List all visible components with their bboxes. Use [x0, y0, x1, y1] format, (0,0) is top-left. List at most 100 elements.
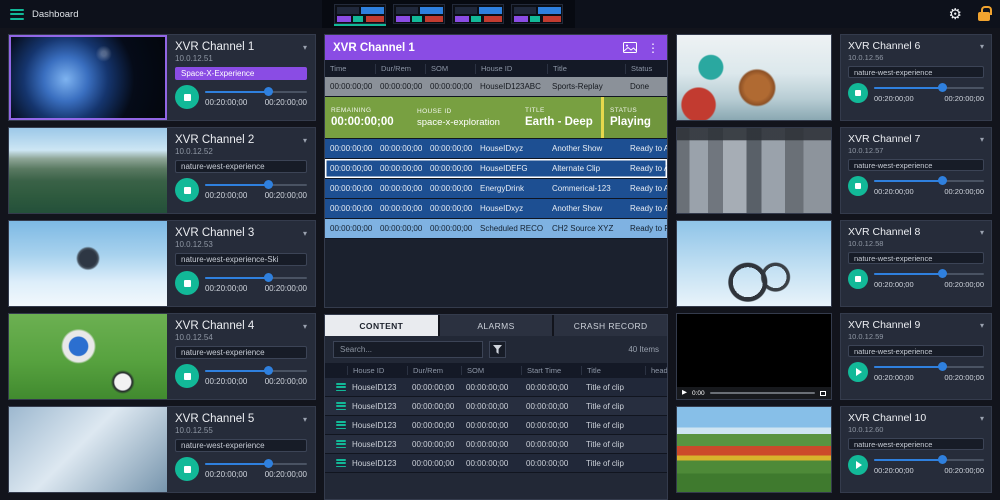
filter-button[interactable]	[489, 341, 506, 358]
col-dur-rem[interactable]: Dur/Rem	[375, 64, 425, 74]
channel-4-preview[interactable]	[9, 314, 167, 399]
channel-7-preview[interactable]	[676, 127, 832, 214]
col-som[interactable]: SOM	[461, 366, 521, 375]
playlist-row-selected[interactable]: 00:00:00;00 00:00:00;00 00:00:00;00 Hous…	[325, 159, 667, 179]
current-clip-bar[interactable]: Space-X-Experience	[175, 67, 307, 80]
chevron-down-icon[interactable]: ▾	[303, 415, 307, 424]
content-row[interactable]: HouseID123 00:00:00;00 00:00:00;00 00:00…	[325, 397, 667, 416]
current-clip-bar[interactable]: nature-west-experience	[848, 345, 984, 357]
slider-thumb[interactable]	[938, 455, 947, 464]
seek-slider[interactable]	[205, 87, 307, 96]
slider-thumb[interactable]	[264, 180, 273, 189]
channel-card-1[interactable]: XVR Channel 1 ▾ 10.0.12.51 Space-X-Exper…	[8, 34, 316, 121]
play-icon[interactable]: ▶	[682, 390, 687, 397]
playlist-row[interactable]: 00:00:00;00 00:00:00;00 00:00:00;00 Ener…	[325, 179, 667, 199]
seek-slider[interactable]	[874, 455, 984, 464]
stop-button[interactable]	[175, 364, 199, 388]
slider-thumb[interactable]	[938, 83, 947, 92]
slider-thumb[interactable]	[264, 87, 273, 96]
col-title[interactable]: Title	[547, 64, 625, 74]
playlist-row-done[interactable]: 00:00:00;00 00:00:00;00 00:00:00;00 Hous…	[325, 77, 667, 97]
playlist-playing-row[interactable]: REMAINING 00:00:00;00 HOUSE ID space-x-e…	[325, 97, 667, 139]
hamburger-menu-icon[interactable]	[10, 9, 24, 20]
channel-6-preview[interactable]	[676, 34, 832, 121]
seek-slider[interactable]	[874, 176, 984, 185]
col-som[interactable]: SOM	[425, 64, 475, 74]
col-start-time[interactable]: Start Time	[521, 366, 581, 375]
stop-button[interactable]	[175, 271, 199, 295]
channel-2-preview[interactable]	[9, 128, 167, 213]
kebab-menu-icon[interactable]: ⋮	[647, 41, 659, 55]
stop-button[interactable]	[175, 178, 199, 202]
content-row[interactable]: HouseID123 00:00:00;00 00:00:00;00 00:00…	[325, 416, 667, 435]
slider-thumb[interactable]	[264, 273, 273, 282]
col-dur-rem[interactable]: Dur/Rem	[407, 366, 461, 375]
seek-slider[interactable]	[205, 459, 307, 468]
current-clip-bar[interactable]: nature-west-experience	[848, 66, 984, 78]
fullscreen-icon[interactable]	[820, 391, 826, 396]
unlock-icon[interactable]	[978, 12, 990, 21]
current-clip-bar[interactable]: nature-west-experience	[175, 160, 307, 173]
channel-9-preview[interactable]: ▶ 0:00	[676, 313, 832, 400]
tab-content[interactable]: CONTENT	[325, 315, 438, 336]
preset-thumbnail-3[interactable]	[452, 4, 504, 24]
play-button[interactable]	[848, 362, 868, 382]
player-progress[interactable]	[710, 392, 815, 394]
chevron-down-icon[interactable]: ▾	[303, 322, 307, 331]
chevron-down-icon[interactable]: ▾	[980, 321, 984, 330]
stop-button[interactable]	[848, 269, 868, 289]
preset-thumbnail-4[interactable]	[511, 4, 563, 24]
preview-image-icon[interactable]	[623, 42, 637, 53]
preset-thumbnail-2[interactable]	[393, 4, 445, 24]
slider-thumb[interactable]	[938, 176, 947, 185]
stop-button[interactable]	[848, 176, 868, 196]
slider-thumb[interactable]	[938, 362, 947, 371]
chevron-down-icon[interactable]: ▾	[303, 136, 307, 145]
slider-thumb[interactable]	[264, 459, 273, 468]
col-house-id[interactable]: House ID	[347, 366, 407, 375]
current-clip-bar[interactable]: nature-west-experience	[175, 439, 307, 452]
tab-alarms[interactable]: ALARMS	[440, 315, 553, 336]
playlist-row-record[interactable]: 00:00:00;00 00:00:00;00 00:00:00;00 Sche…	[325, 219, 667, 239]
channel-card-9[interactable]: XVR Channel 9 ▾ 10.0.12.59 nature-west-e…	[840, 313, 992, 400]
slider-thumb[interactable]	[264, 366, 273, 375]
seek-slider[interactable]	[205, 366, 307, 375]
chevron-down-icon[interactable]: ▾	[980, 135, 984, 144]
settings-gear-icon[interactable]: ⚙	[949, 7, 962, 22]
chevron-down-icon[interactable]: ▾	[303, 229, 307, 238]
preset-thumbnail-1[interactable]	[334, 4, 386, 24]
seek-slider[interactable]	[874, 269, 984, 278]
col-status[interactable]: Status	[625, 64, 667, 74]
current-clip-bar[interactable]: nature-west-experience-Ski	[175, 253, 307, 266]
playlist-row[interactable]: 00:00:00;00 00:00:00;00 00:00:00;00 Hous…	[325, 139, 667, 159]
stop-button[interactable]	[175, 457, 199, 481]
content-row[interactable]: HouseID123 00:00:00;00 00:00:00;00 00:00…	[325, 435, 667, 454]
play-button[interactable]	[848, 455, 868, 475]
channel-card-7[interactable]: XVR Channel 7 ▾ 10.0.12.57 nature-west-e…	[840, 127, 992, 214]
video-player-controls[interactable]: ▶ 0:00	[677, 387, 831, 399]
channel-card-8[interactable]: XVR Channel 8 ▾ 10.0.12.58 nature-west-e…	[840, 220, 992, 307]
channel-card-5[interactable]: XVR Channel 5 ▾ 10.0.12.55 nature-west-e…	[8, 406, 316, 493]
stop-button[interactable]	[175, 85, 199, 109]
current-clip-bar[interactable]: nature-west-experience	[848, 252, 984, 264]
channel-1-preview[interactable]	[9, 35, 167, 120]
search-input[interactable]	[333, 341, 483, 358]
channel-card-6[interactable]: XVR Channel 6 ▾ 10.0.12.56 nature-west-e…	[840, 34, 992, 121]
col-time[interactable]: Time	[325, 64, 375, 74]
chevron-down-icon[interactable]: ▾	[980, 414, 984, 423]
chevron-down-icon[interactable]: ▾	[980, 42, 984, 51]
seek-slider[interactable]	[205, 180, 307, 189]
seek-slider[interactable]	[874, 83, 984, 92]
col-title[interactable]: Title	[581, 366, 645, 375]
col-house-id[interactable]: House ID	[475, 64, 547, 74]
content-row[interactable]: HouseID123 00:00:00;00 00:00:00;00 00:00…	[325, 378, 667, 397]
seek-slider[interactable]	[874, 362, 984, 371]
col-heading[interactable]: headin...	[645, 366, 667, 375]
chevron-down-icon[interactable]: ▾	[303, 43, 307, 52]
channel-card-2[interactable]: XVR Channel 2 ▾ 10.0.12.52 nature-west-e…	[8, 127, 316, 214]
channel-5-preview[interactable]	[9, 407, 167, 492]
channel-card-3[interactable]: XVR Channel 3 ▾ 10.0.12.53 nature-west-e…	[8, 220, 316, 307]
playlist-row[interactable]: 00:00:00;00 00:00:00;00 00:00:00;00 Hous…	[325, 199, 667, 219]
channel-8-preview[interactable]	[676, 220, 832, 307]
current-clip-bar[interactable]: nature-west-experience	[848, 159, 984, 171]
